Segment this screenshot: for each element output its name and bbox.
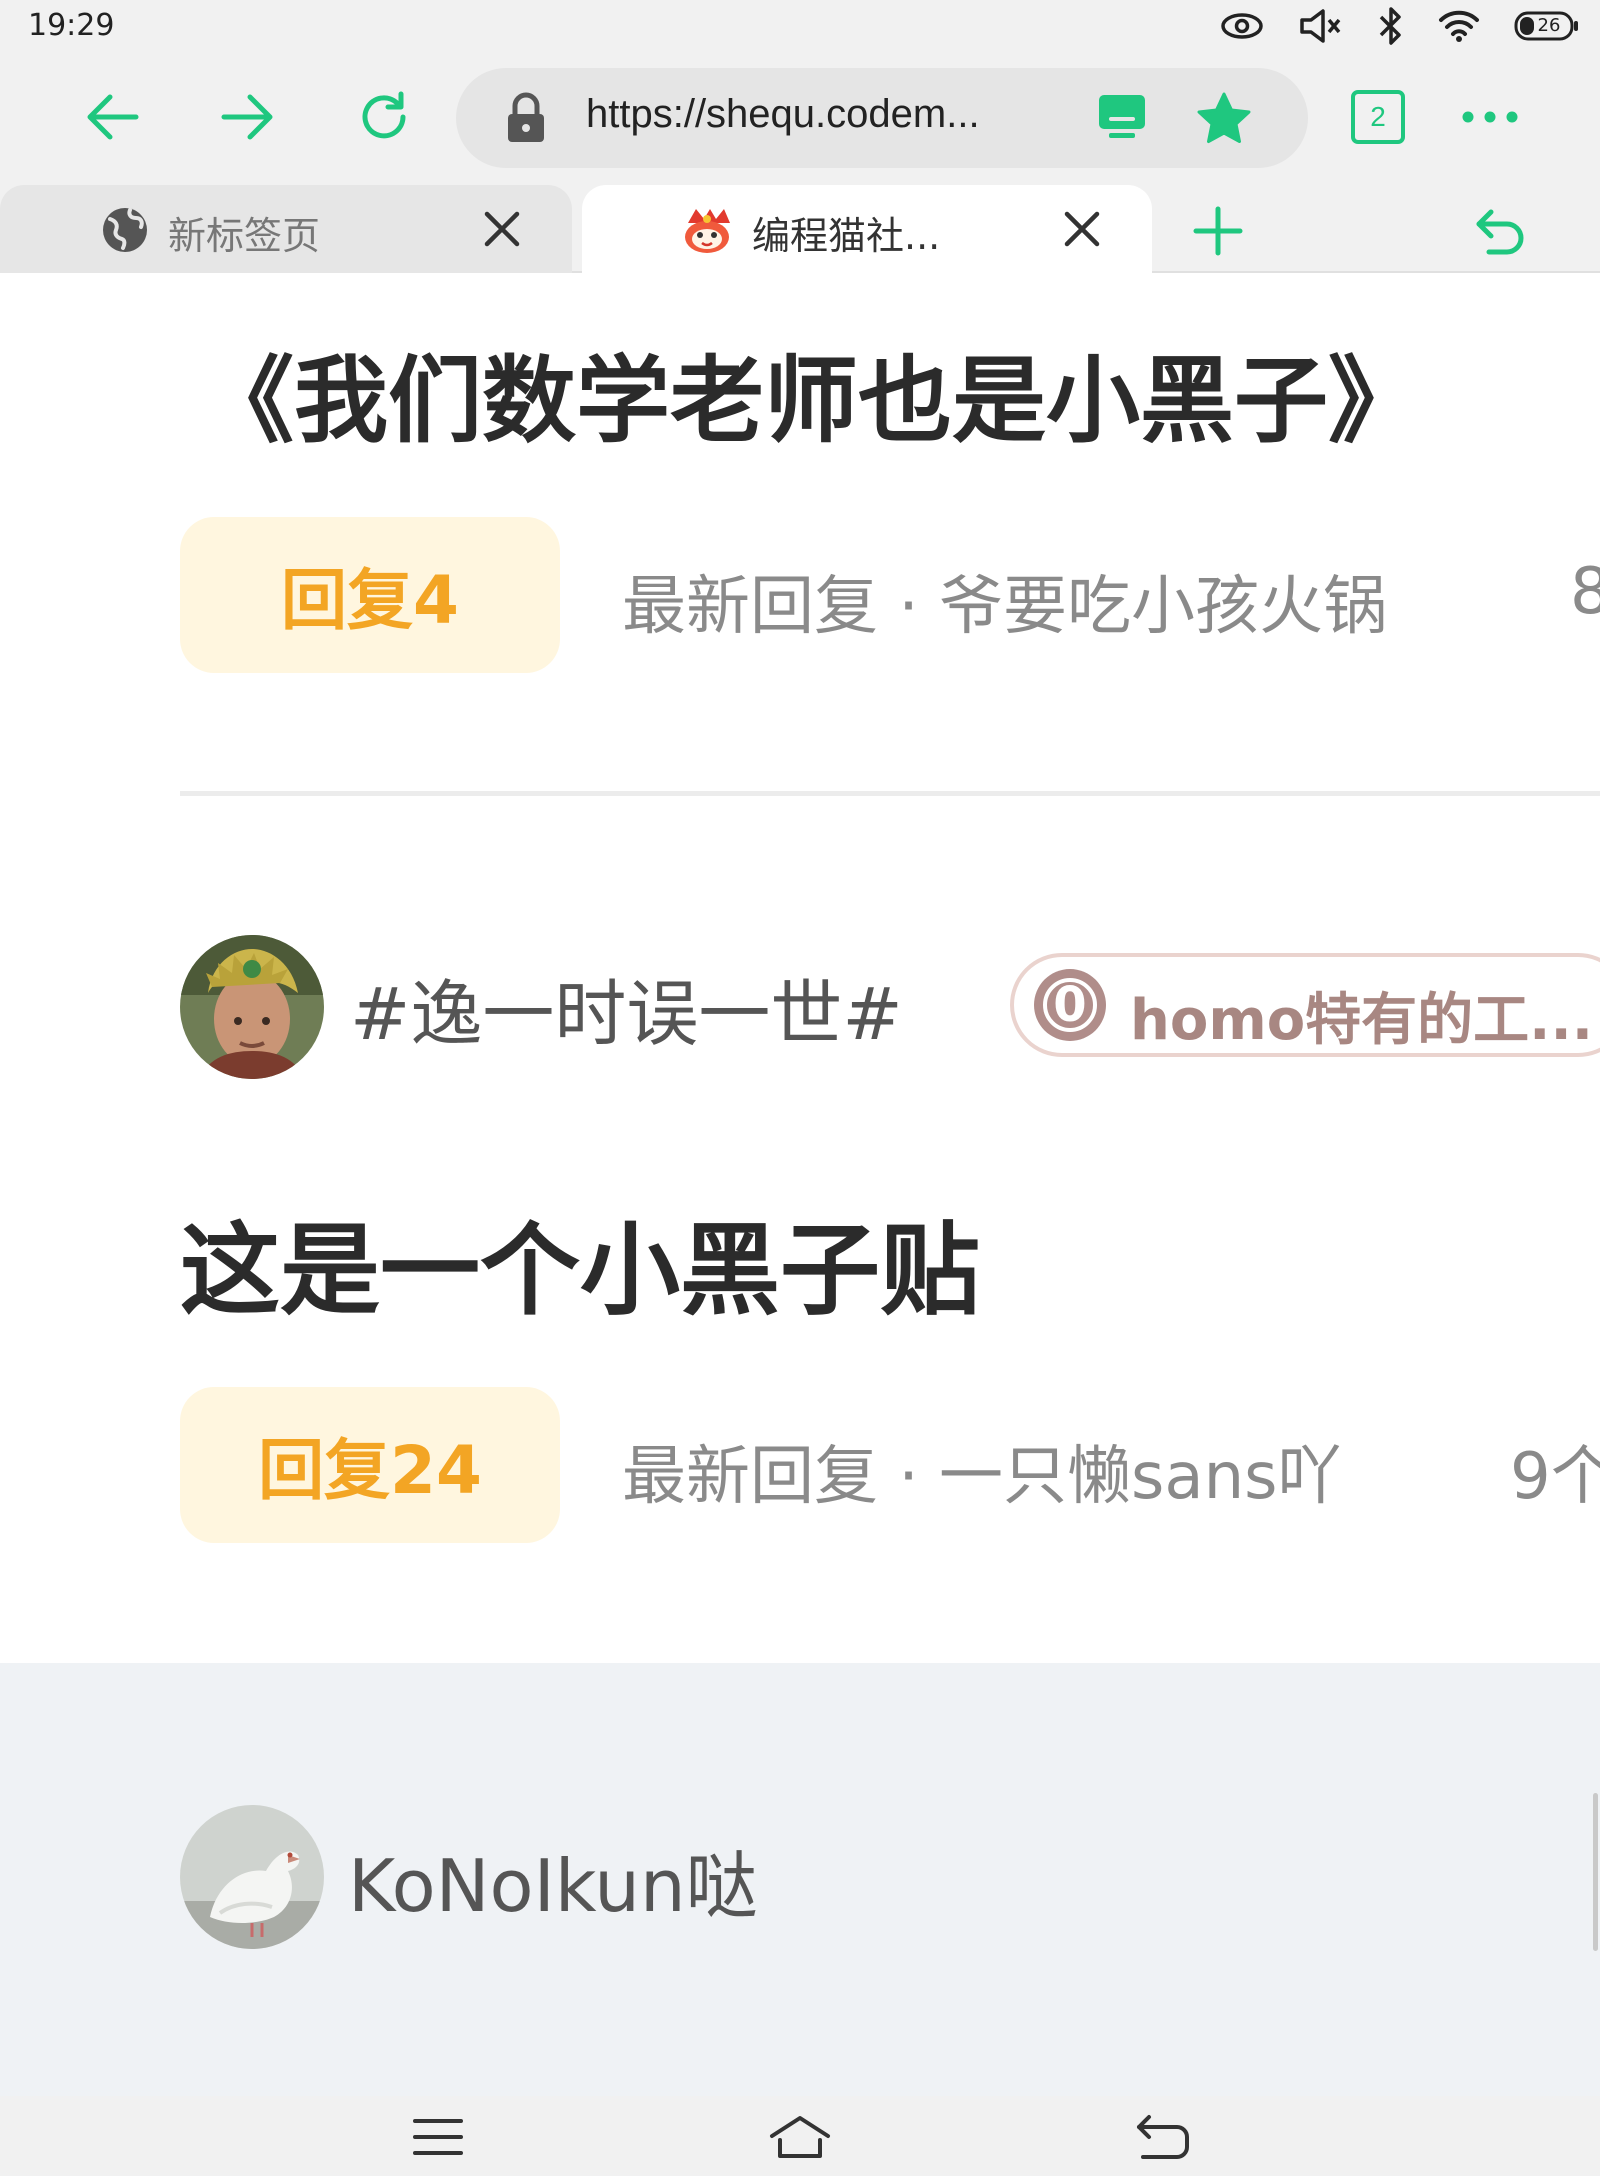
tab-count-icon: 2	[1351, 90, 1405, 144]
tag-number: 0	[1053, 977, 1087, 1033]
more-icon	[1462, 111, 1518, 123]
avatar[interactable]	[180, 935, 324, 1079]
status-time: 19:29	[28, 8, 115, 43]
battery-level: 26	[1537, 15, 1561, 36]
arrow-left-icon	[87, 94, 139, 140]
reader-mode-button[interactable]	[1090, 86, 1154, 150]
tab-title: 编程猫社...	[752, 214, 941, 258]
undo-icon	[1476, 209, 1524, 255]
forward-button[interactable]	[216, 85, 280, 149]
mute-icon	[1298, 7, 1344, 45]
close-tab-icon[interactable]	[482, 209, 522, 249]
close-tab-icon[interactable]	[1062, 209, 1102, 249]
reader-mode-icon	[1099, 95, 1145, 138]
post-extra-info: 8	[1570, 555, 1600, 629]
hamburger-icon	[413, 2119, 463, 2155]
wifi-icon	[1438, 9, 1480, 43]
undo-close-tab-button[interactable]	[1468, 199, 1532, 263]
bookmark-star-button[interactable]	[1192, 86, 1256, 150]
post-title[interactable]: 这是一个小黑子贴	[180, 1189, 980, 1334]
address-bar[interactable]: https://shequ.codem...	[456, 68, 1308, 168]
back-nav-button[interactable]	[1130, 2110, 1194, 2164]
reply-count-badge[interactable]: 回复24	[180, 1387, 560, 1543]
eye-icon	[1220, 11, 1264, 41]
home-nav-button[interactable]	[768, 2110, 832, 2164]
page-content[interactable]: 《我们数学老师也是小黑子》 回复4 最新回复 · 爷要吃小孩火锅 8 #逸一时误…	[0, 273, 1600, 2096]
arrow-right-icon	[221, 94, 273, 140]
avatar[interactable]	[180, 1805, 324, 1949]
menu-nav-button[interactable]	[406, 2110, 470, 2164]
menu-button[interactable]	[1458, 85, 1522, 149]
post-card-highlighted[interactable]: KoNoIkun哒	[0, 1663, 1600, 2096]
browser-toolbar: https://shequ.codem... 2	[0, 50, 1600, 185]
status-icons: 26	[1220, 6, 1580, 46]
latest-reply-text: 最新回复 · 爷要吃小孩火锅	[622, 570, 1388, 644]
tag-number-badge: 0	[1034, 969, 1106, 1041]
globe-icon	[103, 208, 147, 252]
post-divider	[180, 791, 1600, 796]
new-tab-button[interactable]	[1186, 199, 1250, 263]
tab-new-tab[interactable]: 新标签页	[0, 185, 572, 273]
system-nav-bar	[0, 2096, 1600, 2176]
status-bar: 19:29 26	[0, 0, 1600, 50]
bluetooth-icon	[1378, 6, 1404, 46]
reply-count-badge[interactable]: 回复4	[180, 517, 560, 673]
reload-icon	[362, 91, 406, 139]
home-icon	[770, 2116, 830, 2158]
reload-button[interactable]	[352, 85, 416, 149]
post-title[interactable]: 《我们数学老师也是小黑子》	[200, 325, 1422, 461]
author-name[interactable]: #逸一时误一世#	[350, 955, 903, 1060]
tab-title: 新标签页	[168, 214, 321, 258]
lock-icon	[494, 86, 558, 150]
post-extra-info: 9个	[1510, 1440, 1600, 1514]
back-button[interactable]	[80, 85, 144, 149]
author-name[interactable]: KoNoIkun哒	[348, 1827, 758, 1932]
star-icon	[1197, 92, 1251, 143]
url-text[interactable]: https://shequ.codem...	[586, 92, 980, 137]
tab-count: 2	[1370, 101, 1386, 132]
plus-icon	[1193, 206, 1243, 256]
tab-codemao-community[interactable]: 编程猫社...	[582, 185, 1152, 273]
battery-icon: 26	[1514, 10, 1580, 42]
codemao-favicon	[685, 209, 730, 253]
scrollbar[interactable]	[1593, 1793, 1598, 1951]
latest-reply-text: 最新回复 · 一只懒sans吖	[622, 1440, 1342, 1514]
tag-text: homo特有的工...	[1130, 988, 1593, 1053]
tab-switcher-button[interactable]: 2	[1346, 85, 1410, 149]
user-title-tag[interactable]: 0 homo特有的工...	[1010, 953, 1600, 1057]
tab-strip: 新标签页 编程猫社...	[0, 185, 1600, 273]
back-icon	[1137, 2115, 1189, 2159]
